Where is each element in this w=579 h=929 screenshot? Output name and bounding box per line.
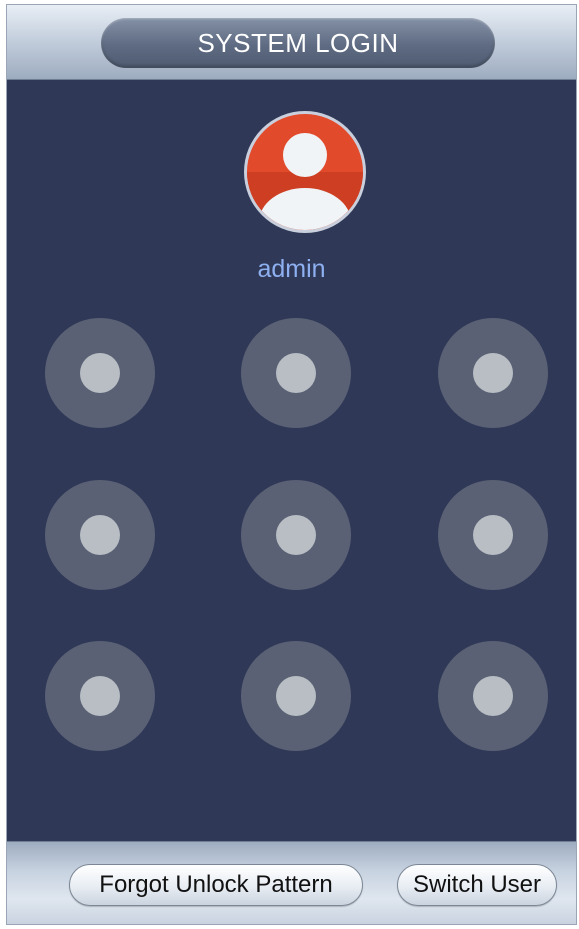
pattern-dot-8[interactable]: [241, 641, 351, 751]
title-pill: SYSTEM LOGIN: [101, 18, 495, 68]
pattern-dot-center: [473, 515, 513, 555]
pattern-dot-center: [276, 676, 316, 716]
username-label: admin: [257, 255, 326, 283]
pattern-dot-center: [80, 353, 120, 393]
pattern-dot-3[interactable]: [438, 318, 548, 428]
window-title: SYSTEM LOGIN: [197, 27, 399, 58]
pattern-dot-2[interactable]: [241, 318, 351, 428]
pattern-dot-9[interactable]: [438, 641, 548, 751]
forgot-unlock-pattern-button[interactable]: Forgot Unlock Pattern: [69, 864, 363, 906]
pattern-dot-5[interactable]: [241, 480, 351, 590]
bottom-bar: Forgot Unlock Pattern Switch User: [7, 841, 576, 924]
avatar-svg: [244, 111, 366, 233]
pattern-dot-center: [276, 515, 316, 555]
switch-user-button[interactable]: Switch User: [397, 864, 557, 906]
title-bar: SYSTEM LOGIN: [7, 5, 576, 80]
login-window: SYSTEM LOGIN admin Forgot Unlock Pattern…: [6, 4, 577, 925]
user-avatar-icon: [243, 110, 367, 234]
pattern-dot-center: [276, 353, 316, 393]
pattern-dot-center: [80, 515, 120, 555]
pattern-dot-7[interactable]: [45, 641, 155, 751]
pattern-dot-4[interactable]: [45, 480, 155, 590]
pattern-dot-6[interactable]: [438, 480, 548, 590]
pattern-dot-1[interactable]: [45, 318, 155, 428]
pattern-dot-center: [473, 353, 513, 393]
pattern-dot-center: [473, 676, 513, 716]
pattern-dot-center: [80, 676, 120, 716]
